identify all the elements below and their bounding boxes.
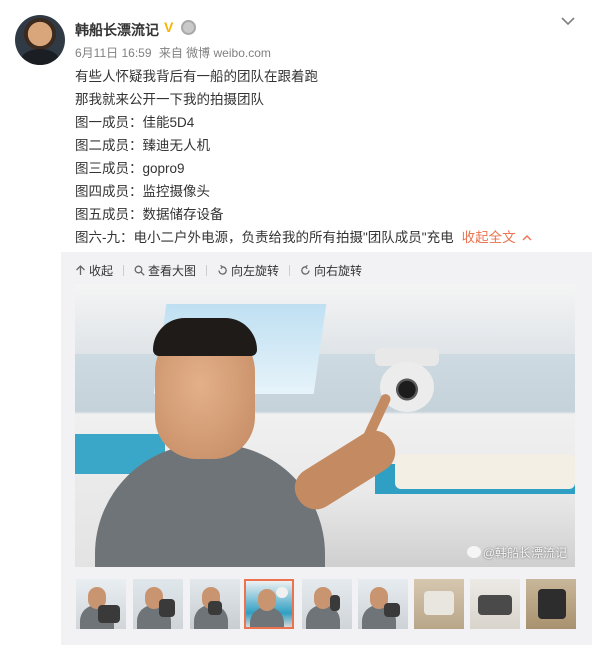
thumbnail-3[interactable]: [190, 579, 240, 629]
photo-watermark: @韩船长漂流记: [466, 544, 567, 561]
post-line: 那我就来公开一下我的拍摄团队: [75, 92, 264, 107]
thumbnail-1[interactable]: [76, 579, 126, 629]
thumbnail-8[interactable]: [470, 579, 520, 629]
collapse-button[interactable]: 收起: [75, 262, 113, 279]
medal-icon[interactable]: [181, 20, 196, 35]
post-line: 有些人怀疑我背后有一船的团队在跟着跑: [75, 69, 318, 84]
thumbnail-4[interactable]: [244, 579, 294, 629]
thumbnail-6[interactable]: [358, 579, 408, 629]
magnifier-icon: [134, 265, 145, 276]
post-line: 图五成员：数据储存设备: [75, 207, 224, 222]
rotate-left-button[interactable]: 向左旋转: [217, 262, 279, 279]
post-line: 图三成员：gopro9: [75, 161, 185, 176]
toolbar-divider: [289, 264, 291, 276]
view-large-button[interactable]: 查看大图: [134, 262, 196, 279]
chevron-down-icon[interactable]: [561, 14, 575, 28]
collapse-full-text-link[interactable]: 收起全文: [462, 230, 532, 245]
post-meta: 6月11日 16:59 来自 微博 weibo.com: [75, 44, 275, 61]
collapse-label[interactable]: 收起: [89, 262, 113, 279]
avatar[interactable]: [15, 15, 65, 65]
post-source: 来自 微博 weibo.com: [158, 46, 271, 60]
weibo-icon: [466, 546, 481, 558]
author-name[interactable]: 韩船长漂流记: [75, 20, 159, 40]
rotate-left-icon: [218, 264, 227, 275]
post-text: 有些人怀疑我背后有一船的团队在跟着跑 那我就来公开一下我的拍摄团队 图一成员：佳…: [75, 65, 580, 249]
watermark-text: @韩船长漂流记: [482, 546, 567, 560]
thumbnail-strip: [76, 579, 581, 631]
rotate-right-button[interactable]: 向右旋转: [300, 262, 362, 279]
chevron-up-icon[interactable]: [522, 233, 532, 243]
toolbar-divider: [123, 264, 125, 276]
media-panel: 收起 查看大图 向左旋转 向右旋转 @韩船长漂流记: [61, 252, 592, 645]
view-large-label[interactable]: 查看大图: [148, 262, 196, 279]
thumbnail-9[interactable]: [526, 579, 576, 629]
post-line-text: 图六-九：电小二户外电源，负责给我的所有拍摄"团队成员"充电: [75, 230, 454, 245]
post-line: 图二成员：臻迪无人机: [75, 138, 210, 153]
collapse-full-text-label[interactable]: 收起全文: [462, 230, 516, 245]
post-line-last: 图六-九：电小二户外电源，负责给我的所有拍摄"团队成员"充电 收起全文: [75, 226, 580, 249]
post-date[interactable]: 6月11日 16:59: [75, 46, 152, 60]
media-toolbar: 收起 查看大图 向左旋转 向右旋转: [75, 260, 372, 280]
thumbnail-2[interactable]: [133, 579, 183, 629]
toolbar-divider: [206, 264, 208, 276]
post-line: 图四成员：监控摄像头: [75, 184, 210, 199]
rotate-right-label[interactable]: 向右旋转: [314, 262, 362, 279]
thumbnail-7[interactable]: [414, 579, 464, 629]
rotate-left-label[interactable]: 向左旋转: [231, 262, 279, 279]
post-line: 图一成员：佳能5D4: [75, 115, 195, 130]
verified-v-icon: V: [164, 19, 174, 35]
arrow-up-icon: [76, 264, 85, 275]
rotate-right-icon: [301, 264, 310, 275]
thumbnail-5[interactable]: [302, 579, 352, 629]
main-photo[interactable]: @韩船长漂流记: [75, 284, 575, 567]
